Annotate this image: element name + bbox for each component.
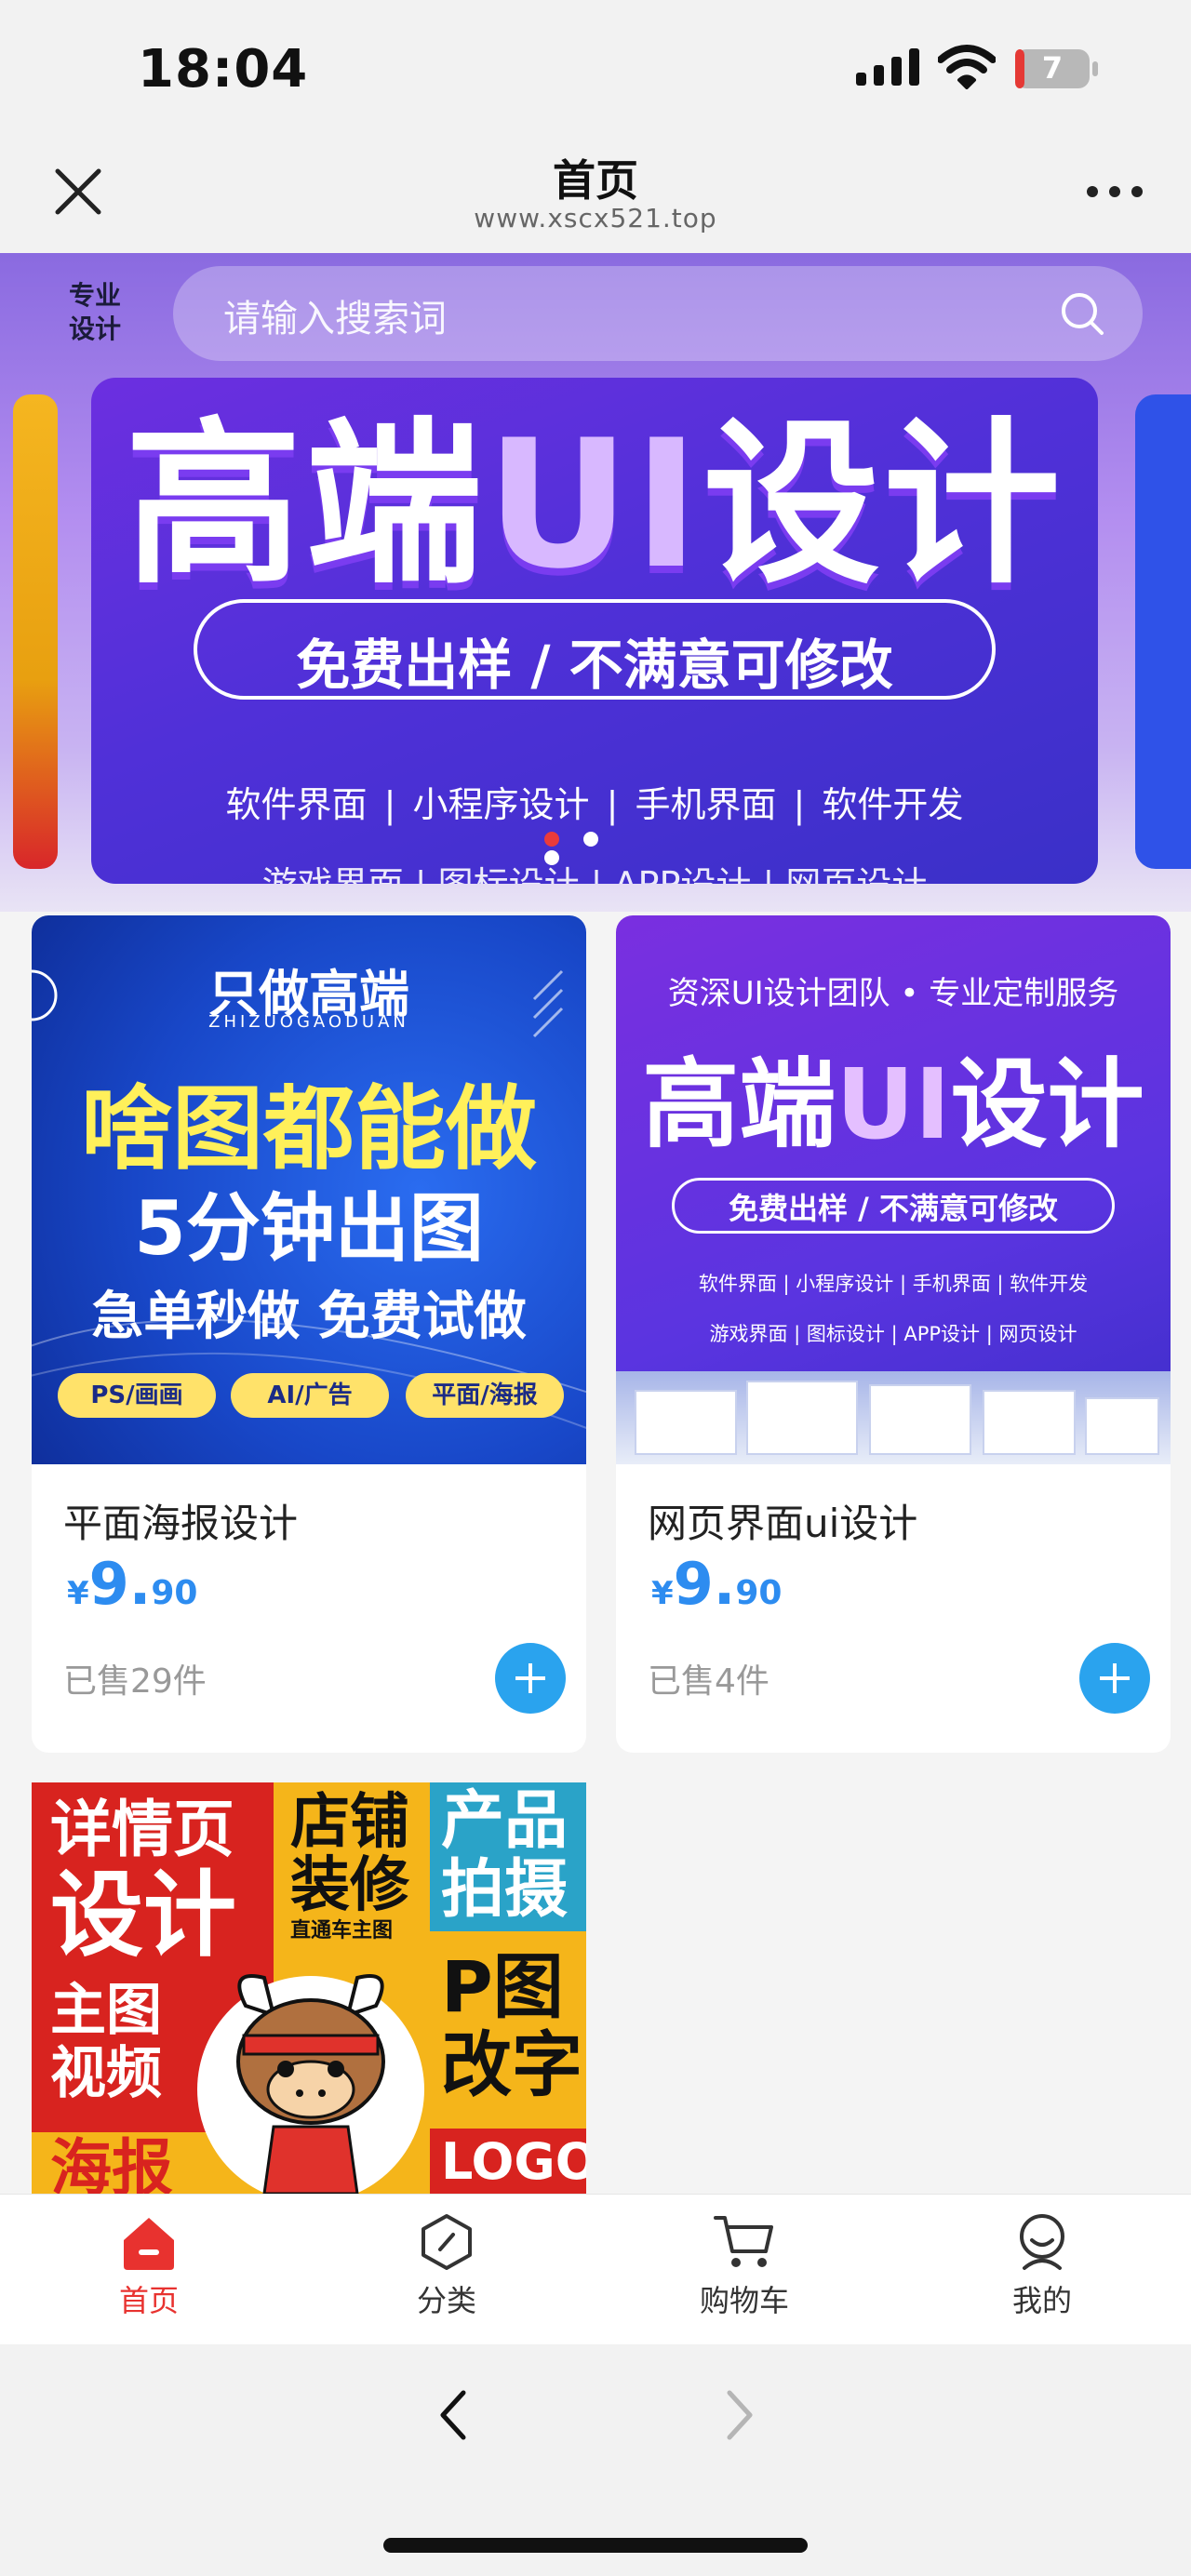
logo-line2: 设计 (68, 314, 121, 344)
price-decimal: 90 (735, 1574, 783, 1612)
add-to-cart-button[interactable] (495, 1643, 566, 1714)
tab-label: 购物车 (699, 2283, 789, 2318)
img3-text: LOGO (441, 2132, 586, 2191)
img1-pinyin: ZHIZUOGAODUAN (208, 1012, 409, 1032)
banner-title-prefix: 高端 (125, 402, 487, 607)
sold-count: 已售4件 (648, 1662, 769, 1701)
price-decimal: 90 (151, 1574, 198, 1612)
product-image[interactable]: 资深UI设计团队 • 专业定制服务 高端UI设计 免费出样 / 不满意可修改 软… (616, 915, 1171, 1464)
battery-icon: 7 (1014, 48, 1100, 89)
img3-text: P图 (441, 1945, 564, 2028)
add-to-cart-button[interactable] (1079, 1643, 1150, 1714)
banner-tags-row2: 游戏界面 | 图标设计 | APP设计 | 网页设计 (91, 856, 1098, 884)
profile-icon (1020, 2214, 1064, 2270)
brand-logo: 专业 设计 (58, 279, 132, 346)
img1-subhead: 5分钟出图 (134, 1185, 484, 1272)
banner-title-suffix: 设计 (703, 402, 1064, 607)
img3-text: 店铺 (290, 1788, 409, 1857)
price-integer: 9. (88, 1550, 152, 1618)
banner-title-ui: UI (486, 402, 703, 607)
img1-chip: PS/画画 (58, 1373, 216, 1418)
product-name[interactable]: 网页界面ui设计 (648, 1492, 917, 1549)
img2-tags-row1: 软件界面 | 小程序设计 | 手机界面 | 软件开发 (698, 1273, 1089, 1295)
price-currency: ¥ (67, 1575, 89, 1612)
carousel-dots (544, 832, 647, 865)
carousel-dot[interactable] (544, 832, 559, 847)
carousel-prev-slide[interactable] (13, 394, 58, 869)
cart-icon (714, 2216, 773, 2267)
img2-title-ui: UI (836, 1048, 951, 1161)
img3-text: 主图 (50, 1978, 162, 2043)
tab-label: 首页 (118, 2283, 179, 2318)
product-image[interactable]: 详情页 设计 主图 视频 海报 店铺 装修 直通车主图 产品 拍摄 P图 改字 … (32, 1782, 586, 2194)
wifi-icon (938, 45, 996, 89)
banner-slide[interactable]: 高端UI设计 免费出样 / 不满意可修改 软件界面 | 小程序设计 | 手机界面… (91, 378, 1098, 884)
banner-subtitle: 免费出样 / 不满意可修改 (296, 634, 893, 697)
img3-text: 海报 (50, 2132, 173, 2194)
banner-title: 高端UI设计 (91, 378, 1098, 617)
product-card[interactable]: 详情页 设计 主图 视频 海报 店铺 装修 直通车主图 产品 拍摄 P图 改字 … (32, 1782, 586, 2194)
img3-text: 改字 (441, 2023, 582, 2106)
search-placeholder[interactable]: 请输入搜索词 (223, 288, 447, 342)
img3-text: 拍摄 (441, 1853, 569, 1927)
battery-level: 7 (1041, 50, 1064, 86)
price-currency: ¥ (651, 1575, 674, 1612)
status-time: 18:04 (138, 39, 309, 100)
mascot-illustration (197, 1974, 424, 2194)
status-bar: 18:04 7 (0, 0, 1191, 140)
logo-line1: 专业 (68, 280, 121, 311)
img2-tagline: 资深UI设计团队 • 专业定制服务 (667, 975, 1119, 1012)
product-card[interactable]: 资深UI设计团队 • 专业定制服务 高端UI设计 免费出样 / 不满意可修改 软… (616, 915, 1171, 1753)
product-price: ¥9.90 (651, 1550, 782, 1618)
page-url: www.xscx521.top (474, 203, 717, 234)
product-name[interactable]: 平面海报设计 (63, 1492, 298, 1549)
img3-text: 产品 (441, 1784, 569, 1858)
tab-profile[interactable]: 我的 (949, 2212, 1135, 2320)
carousel-next-slide[interactable] (1135, 394, 1191, 869)
search-icon[interactable] (1059, 290, 1105, 337)
carousel-dot[interactable] (544, 850, 559, 865)
category-icon (422, 2214, 472, 2270)
img1-headline: 啥图都能做 (80, 1076, 537, 1182)
img2-subtitle: 免费出样 / 不满意可修改 (729, 1191, 1058, 1226)
tab-label: 我的 (1011, 2283, 1072, 2318)
img3-text: 装修 (290, 1851, 409, 1920)
signal-icon (856, 48, 919, 86)
back-icon[interactable] (430, 2387, 476, 2443)
more-icon[interactable] (1085, 184, 1144, 199)
img1-chip: AI/广告 (231, 1373, 389, 1418)
img2-title: 高端UI设计 (616, 1025, 1171, 1166)
img1-tagline: 急单秒做 免费试做 (91, 1287, 527, 1347)
tab-cart[interactable]: 购物车 (651, 2212, 837, 2320)
home-indicator[interactable] (383, 2538, 808, 2553)
tab-category[interactable]: 分类 (354, 2212, 540, 2320)
img2-screenshots (616, 1371, 1171, 1464)
carousel-dot[interactable] (583, 832, 598, 847)
product-card[interactable]: 只做高端 ZHIZUOGAODUAN 啥图都能做 5分钟出图 急单秒做 免费试做… (32, 915, 586, 1753)
sold-count: 已售29件 (63, 1662, 207, 1701)
img2-tags-row2: 游戏界面 | 图标设计 | APP设计 | 网页设计 (709, 1323, 1077, 1345)
product-price: ¥9.90 (67, 1550, 197, 1618)
page-title: 首页 (553, 155, 638, 206)
product-image[interactable]: 只做高端 ZHIZUOGAODUAN 啥图都能做 5分钟出图 急单秒做 免费试做… (32, 915, 586, 1464)
img3-text: 直通车主图 (290, 1919, 394, 1942)
img1-chip: 平面/海报 (406, 1373, 564, 1418)
tab-home[interactable]: 首页 (56, 2212, 242, 2320)
banner-tags-row1: 软件界面 | 小程序设计 | 手机界面 | 软件开发 (225, 784, 964, 825)
img3-text: 视频 (50, 2041, 162, 2106)
home-icon (124, 2218, 174, 2270)
img2-title-prefix: 高端 (642, 1048, 836, 1161)
tab-label: 分类 (416, 2283, 476, 2318)
img3-text: 详情页 (50, 1794, 234, 1865)
price-integer: 9. (673, 1550, 736, 1618)
img2-title-suffix: 设计 (950, 1048, 1144, 1161)
forward-icon[interactable] (716, 2387, 763, 2443)
